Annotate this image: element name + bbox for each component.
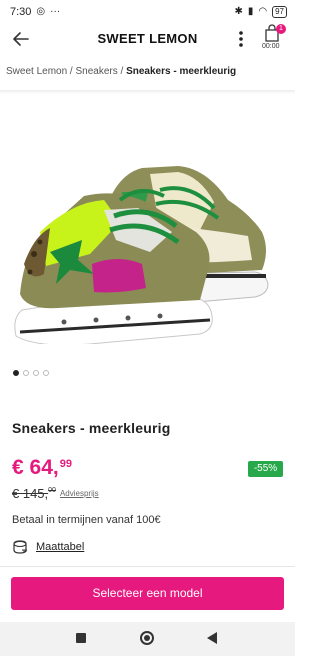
original-price: € 145, 00 Adviesprijs bbox=[12, 486, 99, 501]
breadcrumb-item-home[interactable]: Sweet Lemon bbox=[6, 66, 67, 77]
app-header: SWEET LEMON 1 00:00 bbox=[0, 24, 295, 54]
battery-indicator: 97 bbox=[272, 6, 287, 18]
old-price-cents: 00 bbox=[48, 487, 56, 494]
select-model-button[interactable]: Selecteer een model bbox=[11, 577, 284, 610]
advies-price-link[interactable]: Adviesprijs bbox=[60, 489, 99, 498]
whatsapp-icon: ◎ bbox=[36, 6, 46, 17]
status-time: 7:30 bbox=[10, 6, 32, 18]
tape-measure-icon bbox=[13, 540, 27, 554]
status-bar: 7:30 ◎ ··· ✱ ▮ ◠ 97 bbox=[0, 0, 295, 24]
price-cents: 99 bbox=[59, 458, 72, 470]
discount-badge: -55% bbox=[248, 461, 283, 477]
system-back-icon[interactable] bbox=[207, 632, 217, 644]
carousel-dot[interactable] bbox=[23, 370, 29, 376]
old-price-main: € 145, bbox=[12, 486, 49, 501]
size-chart-label: Maattabel bbox=[36, 541, 85, 553]
overflow-dots-icon: ··· bbox=[50, 6, 61, 17]
breadcrumb-current: Sneakers - meerkleurig bbox=[126, 66, 237, 77]
header-divider bbox=[0, 90, 295, 94]
breadcrumb-item-sneakers[interactable]: Sneakers bbox=[76, 66, 118, 77]
current-price: € 64, 99 bbox=[12, 456, 72, 480]
more-options-button[interactable] bbox=[234, 29, 248, 49]
size-chart-link[interactable]: Maattabel bbox=[12, 540, 84, 554]
system-navigation-bar bbox=[0, 622, 295, 656]
brand-logo[interactable]: SWEET LEMON bbox=[0, 31, 295, 46]
product-image[interactable] bbox=[0, 104, 295, 344]
image-carousel-dots bbox=[13, 370, 49, 376]
product-title: Sneakers - meerkleurig bbox=[12, 420, 171, 436]
carousel-dot[interactable] bbox=[43, 370, 49, 376]
recent-apps-icon[interactable] bbox=[76, 633, 86, 643]
wifi-icon: ◠ bbox=[258, 6, 268, 17]
breadcrumb-separator: / bbox=[67, 66, 76, 77]
price-main: € 64, bbox=[12, 456, 59, 479]
cart-timer: 00:00 bbox=[262, 43, 280, 50]
carousel-dot[interactable] bbox=[33, 370, 39, 376]
home-icon[interactable] bbox=[140, 631, 154, 645]
old-price: € 145, 00 bbox=[12, 486, 56, 501]
breadcrumb-separator: / bbox=[117, 66, 127, 77]
cart-count-badge: 1 bbox=[276, 24, 286, 34]
bluetooth-icon: ✱ bbox=[234, 6, 243, 17]
installments-info: Betaal in termijnen vanaf 100€ bbox=[12, 514, 161, 526]
breadcrumb: Sweet Lemon / Sneakers / Sneakers - meer… bbox=[6, 66, 291, 77]
carousel-dot[interactable] bbox=[13, 370, 19, 376]
signal-icon: ▮ bbox=[247, 6, 254, 17]
more-vertical-icon bbox=[239, 31, 243, 47]
cart-button[interactable]: 1 00:00 bbox=[260, 24, 288, 54]
